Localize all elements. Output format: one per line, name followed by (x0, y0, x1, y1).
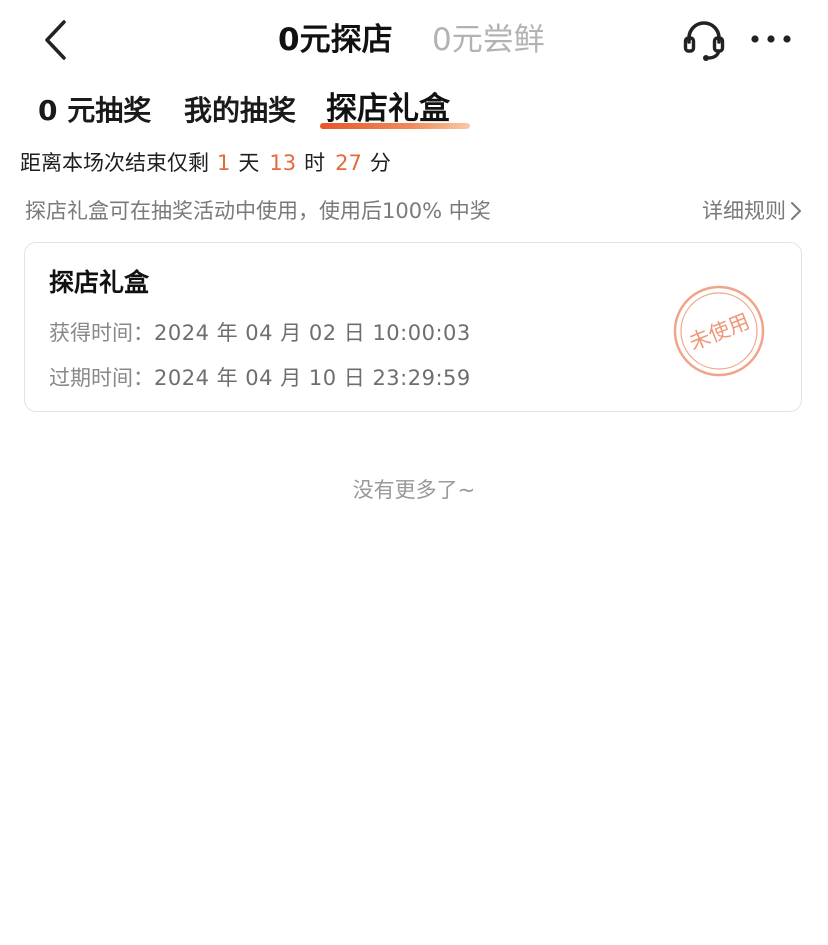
top-nav-bar: 0元探店 0元尝鲜 (0, 0, 828, 82)
subtab-gift-box[interactable]: 探店礼盒 (326, 86, 450, 132)
countdown-prefix: 距离本场次结束仅剩 (20, 151, 209, 175)
expire-time-row: 过期时间：2024 年 04 月 10 日 23:29:59 (49, 362, 471, 392)
subtab-my-lottery[interactable]: 我的抽奖 (184, 88, 296, 134)
countdown-timer: 距离本场次结束仅剩 1 天 13 时 27 分 (20, 146, 393, 180)
more-button[interactable] (746, 16, 796, 64)
countdown-minutes: 27 (335, 151, 362, 175)
detailed-rules-link[interactable]: 详细规则 (702, 195, 802, 227)
countdown-hours: 13 (269, 151, 297, 175)
card-title: 探店礼盒 (49, 268, 150, 297)
expire-time-value: 2024 年 04 月 10 日 23:29:59 (154, 366, 471, 390)
countdown-minutes-unit: 分 (369, 151, 391, 175)
stamp-status-text: 未使用 (686, 309, 753, 355)
unused-stamp-icon: 未使用 (673, 285, 765, 377)
headset-icon (683, 21, 725, 61)
gift-box-info-text: 探店礼盒可在抽奖活动中使用，使用后100% 中奖 (25, 199, 491, 223)
obtained-time-value: 2024 年 04 月 02 日 10:00:03 (154, 321, 471, 345)
countdown-days-unit: 天 (238, 151, 260, 175)
expire-time-label: 过期时间： (49, 366, 154, 390)
chevron-left-icon (45, 20, 66, 60)
nav-tab-free-trial[interactable]: 0元尝鲜 (432, 14, 545, 66)
countdown-days: 1 (217, 151, 231, 175)
customer-service-button[interactable] (680, 16, 728, 64)
back-button[interactable] (30, 14, 82, 66)
countdown-hours-unit: 时 (304, 151, 326, 175)
obtained-time-row: 获得时间：2024 年 04 月 02 日 10:00:03 (49, 317, 471, 347)
more-dots-icon (751, 35, 791, 43)
chevron-right-icon (791, 202, 801, 220)
subtab-free-lottery[interactable]: 0 元抽奖 (38, 88, 151, 134)
obtained-time-label: 获得时间： (49, 321, 154, 345)
nav-tab-free-store-visit[interactable]: 0元探店 (278, 14, 393, 66)
gift-box-card[interactable]: 探店礼盒 获得时间：2024 年 04 月 02 日 10:00:03 过期时间… (24, 242, 802, 412)
detailed-rules-label: 详细规则 (702, 199, 786, 223)
no-more-text: 没有更多了~ (352, 478, 476, 502)
